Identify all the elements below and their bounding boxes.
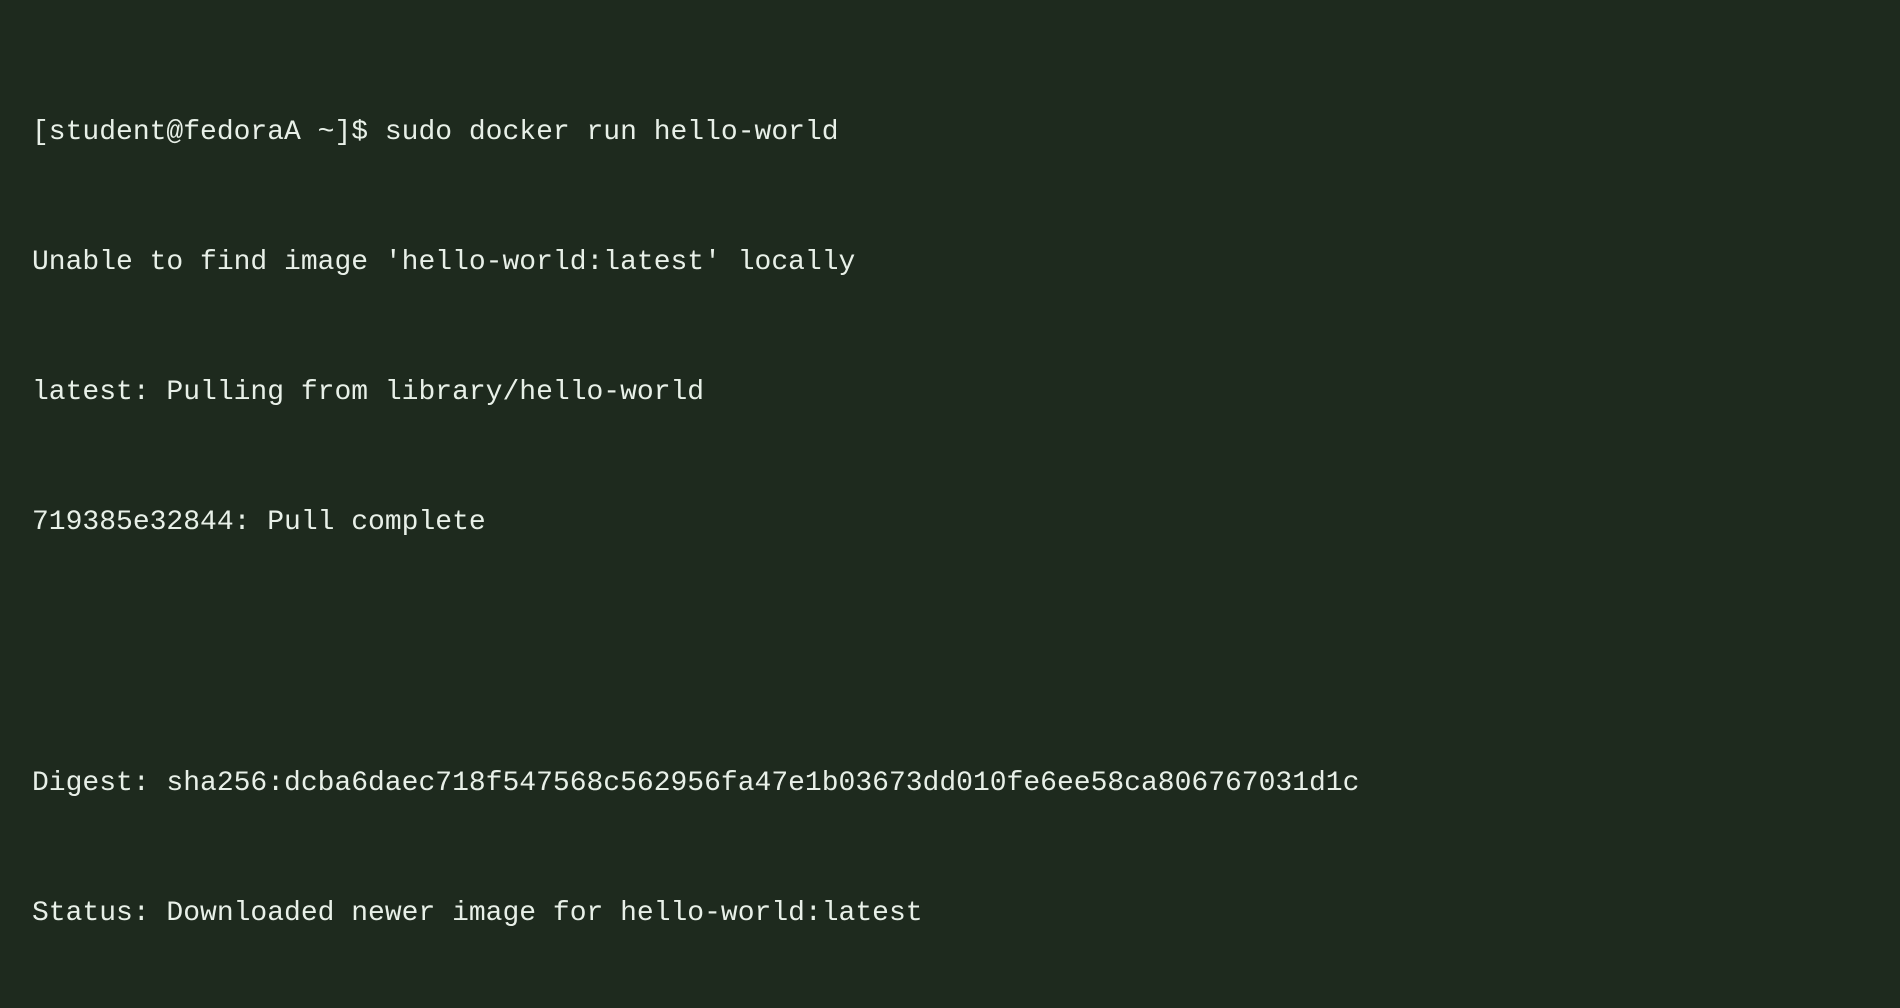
terminal-line-3: latest: Pulling from library/hello-world bbox=[32, 371, 1868, 414]
terminal-window: [student@fedoraA ~]$ sudo docker run hel… bbox=[0, 0, 1900, 504]
terminal-line-5: Digest: sha256:dcba6daec718f547568c56295… bbox=[32, 762, 1868, 805]
terminal-line-2: Unable to find image 'hello-world:latest… bbox=[32, 241, 1868, 284]
terminal-line-4: 719385e32844: Pull complete bbox=[32, 501, 1868, 544]
terminal-line-1: [student@fedoraA ~]$ sudo docker run hel… bbox=[32, 111, 1868, 154]
terminal-blank-line-1 bbox=[32, 631, 1868, 674]
terminal-line-6: Status: Downloaded newer image for hello… bbox=[32, 892, 1868, 935]
